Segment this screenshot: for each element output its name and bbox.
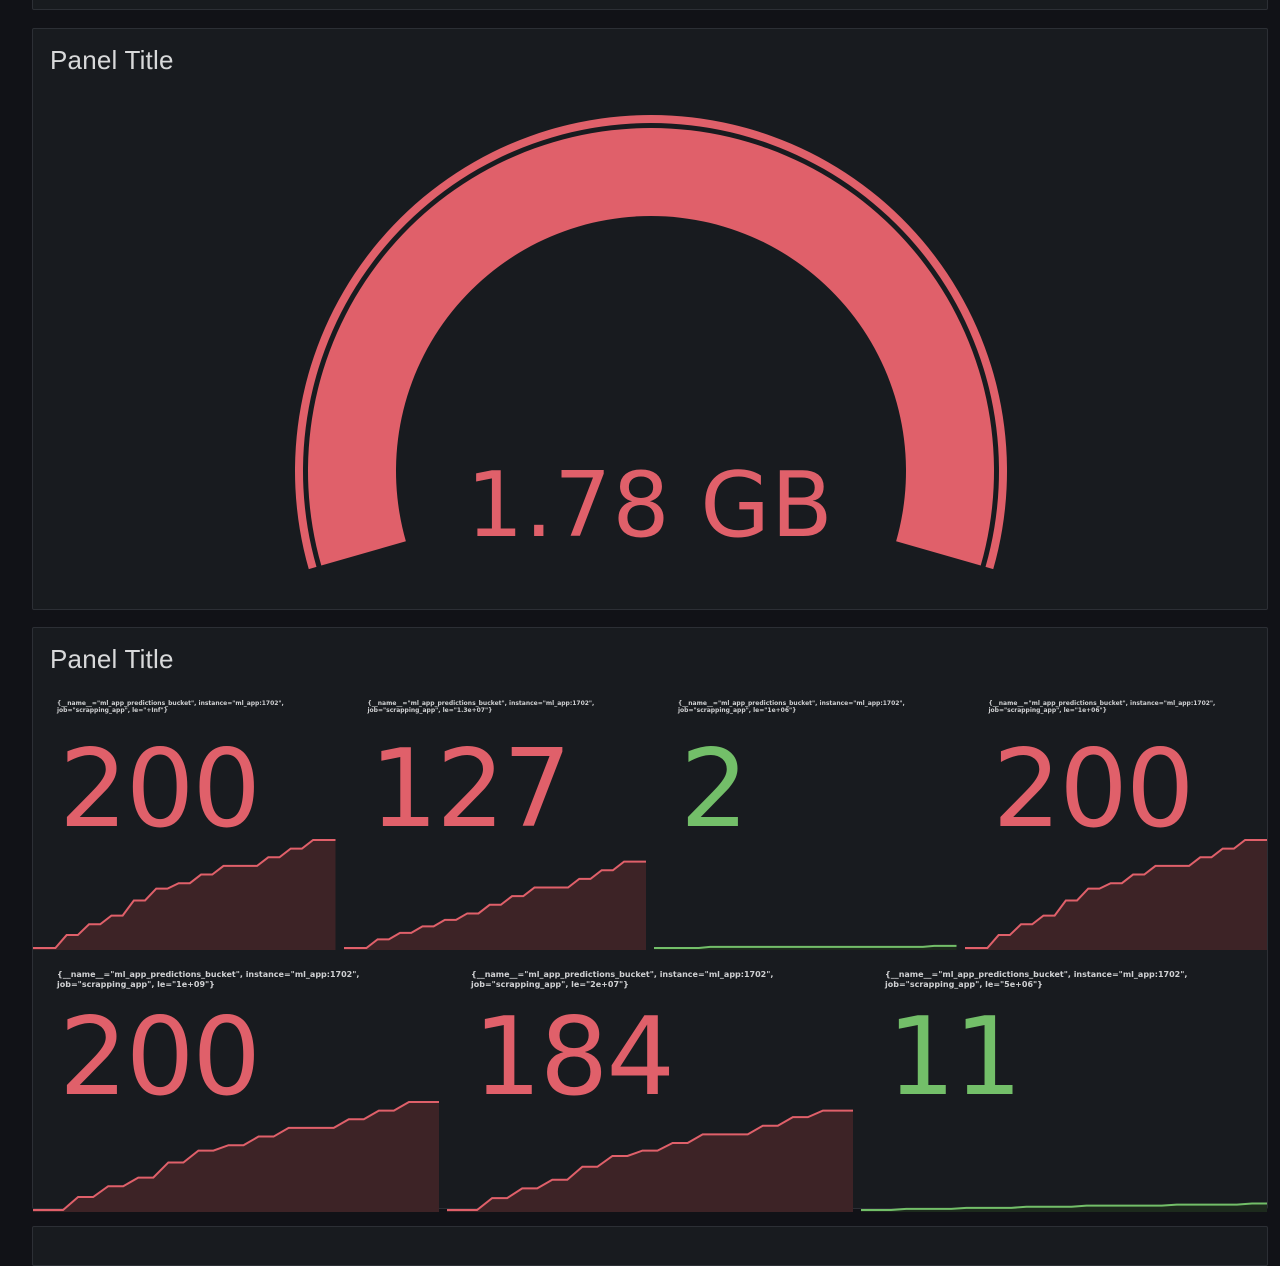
stat-sparkline bbox=[33, 1101, 439, 1212]
stat-sparkline bbox=[447, 1109, 853, 1212]
stat-sparkline bbox=[343, 860, 646, 950]
stat-series-label: {__name__="ml_app_predictions_bucket", i… bbox=[885, 970, 1188, 989]
panel-top-partial bbox=[32, 0, 1268, 10]
stat-sparkline bbox=[964, 839, 1267, 950]
stat-cell[interactable]: {__name__="ml_app_predictions_bucket", i… bbox=[33, 694, 336, 950]
stat-cell[interactable]: {__name__="ml_app_predictions_bucket", i… bbox=[861, 956, 1267, 1212]
stat-cell[interactable]: {__name__="ml_app_predictions_bucket", i… bbox=[343, 694, 646, 950]
stat-value: 127 bbox=[369, 727, 572, 852]
stat-value: 200 bbox=[992, 727, 1195, 852]
gauge-value: 1.78 GB bbox=[466, 453, 834, 558]
stat-value: 2 bbox=[680, 727, 749, 852]
stat-series-label: {__name__="ml_app_predictions_bucket", i… bbox=[988, 700, 1216, 714]
stat-sparkline bbox=[654, 944, 957, 950]
stat-series-label: {__name__="ml_app_predictions_bucket", i… bbox=[367, 700, 595, 714]
panel-bottom-partial bbox=[32, 1226, 1268, 1266]
stat-cell[interactable]: {__name__="ml_app_predictions_bucket", i… bbox=[964, 694, 1267, 950]
stat-sparkline bbox=[33, 839, 336, 950]
stat-value: 200 bbox=[59, 727, 261, 852]
stat-series-label: {__name__="ml_app_predictions_bucket", i… bbox=[57, 700, 284, 714]
stat-panel[interactable]: Panel Title {__name__="ml_app_prediction… bbox=[32, 627, 1268, 1212]
stat-sparkline bbox=[861, 1202, 1267, 1212]
stat-cell[interactable]: {__name__="ml_app_predictions_bucket", i… bbox=[33, 956, 439, 1212]
stat-cell[interactable]: {__name__="ml_app_predictions_bucket", i… bbox=[654, 694, 957, 950]
sparkline-line bbox=[654, 944, 957, 949]
stat-series-label: {__name__="ml_app_predictions_bucket", i… bbox=[57, 970, 360, 989]
stat-series-label: {__name__="ml_app_predictions_bucket", i… bbox=[678, 700, 905, 714]
gauge-panel[interactable]: Panel Title 1.78 GB bbox=[32, 28, 1268, 610]
stat-cell[interactable]: {__name__="ml_app_predictions_bucket", i… bbox=[447, 956, 853, 1212]
panel-title[interactable]: Panel Title bbox=[50, 644, 174, 675]
stat-series-label: {__name__="ml_app_predictions_bucket", i… bbox=[471, 970, 774, 989]
